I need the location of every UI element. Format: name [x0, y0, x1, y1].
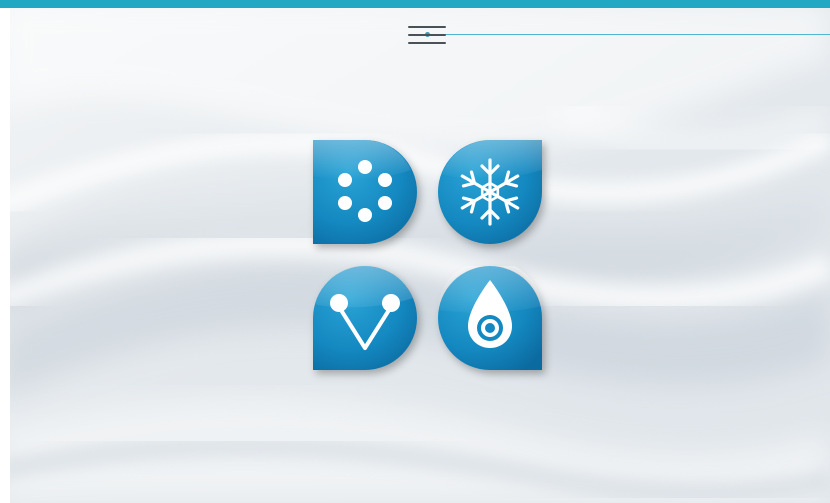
tile-snowflake[interactable]: snowflake-icon — [438, 140, 542, 244]
left-edge-strip — [0, 0, 10, 503]
top-accent-bar — [0, 0, 830, 8]
v-connector-icon — [313, 266, 417, 370]
tile-water-drop[interactable]: water-drop-target-icon — [438, 266, 542, 370]
menu-line — [408, 42, 446, 44]
dots-ring-icon — [313, 140, 417, 244]
app-screen: dots-ring-icon — [0, 0, 830, 503]
menu-line — [408, 34, 446, 36]
tile-dots-ring[interactable]: dots-ring-icon — [313, 140, 417, 244]
water-drop-target-icon — [438, 266, 542, 370]
tile-v-connector[interactable]: v-connector-icon — [313, 266, 417, 370]
menu-indicator-line — [428, 34, 830, 35]
menu-line — [408, 26, 446, 28]
hamburger-menu-icon[interactable] — [404, 20, 450, 52]
silk-background — [0, 0, 830, 503]
snowflake-icon — [438, 140, 542, 244]
